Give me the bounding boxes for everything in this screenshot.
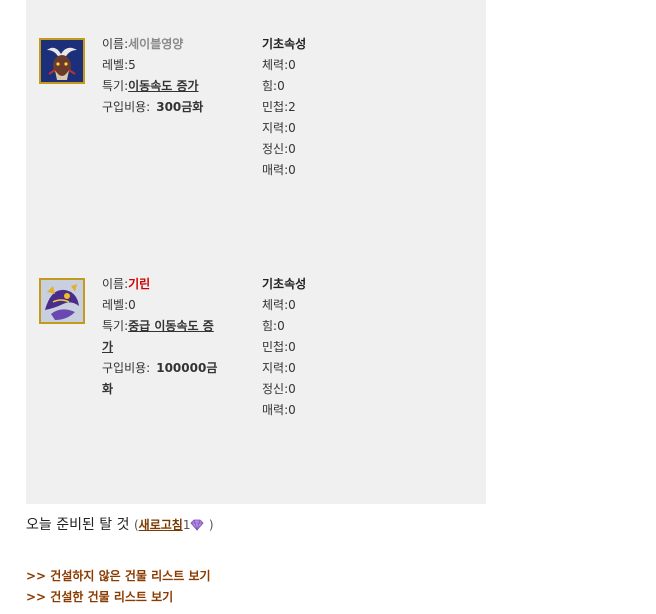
attr-agility: 민첩:0 (262, 340, 296, 354)
base-attributes: 기초속성 체력:0 힘:0 민첩:0 지력:0 정신:0 매력:0 (262, 274, 362, 421)
mount-portrait-sable-antelope (39, 38, 85, 84)
refresh-count: 1 (182, 518, 191, 532)
mount-skill-link-wrap[interactable]: 가 (102, 340, 113, 354)
level-label: 레벨: (102, 298, 129, 312)
mount-skill-link[interactable]: 이동속도 증가 (128, 79, 198, 93)
attr-intellect: 지력:0 (262, 121, 296, 135)
mount-info: 이름:세이블영양 레벨:5 특기:이동속도 증가 구입비용: 300금화 (102, 34, 240, 118)
mount-cost: 100000금 (156, 361, 218, 375)
mount-skill-link[interactable]: 중급 이동속도 증 (128, 319, 214, 333)
mount-cost-wrap: 화 (102, 382, 114, 396)
mount-level: 0 (128, 298, 136, 312)
refresh-link[interactable]: 새로고침 (139, 518, 183, 532)
attr-stamina: 체력:0 (262, 58, 296, 72)
attr-intellect: 지력:0 (262, 361, 296, 375)
antelope-icon (41, 40, 83, 82)
attr-agility: 민첩:2 (262, 100, 296, 114)
built-buildings-link[interactable]: >> 건설한 건물 리스트 보기 (26, 587, 211, 608)
mount-portrait-giraffe (39, 278, 85, 324)
todays-mounts-header: 오늘 준비된 탈 것 (새로고침1 ) (26, 514, 214, 534)
dragon-icon (41, 280, 83, 322)
attr-stamina: 체력:0 (262, 298, 296, 312)
attr-charm: 매력:0 (262, 403, 296, 417)
mount-info: 이름:기린 레벨:0 특기:중급 이동속도 증 가 구입비용: 100000금 화 (102, 274, 240, 400)
attributes-title: 기초속성 (262, 277, 307, 291)
mount-cost: 300금화 (156, 100, 204, 114)
mount-list-panel: 이름:세이블영양 레벨:5 특기:이동속도 증가 구입비용: 300금화 기초속성… (26, 0, 486, 504)
name-label: 이름: (102, 37, 129, 51)
attr-charm: 매력:0 (262, 163, 296, 177)
attributes-title: 기초속성 (262, 37, 307, 51)
attr-strength: 힘:0 (262, 79, 285, 93)
mount-level: 5 (128, 58, 136, 72)
base-attributes: 기초속성 체력:0 힘:0 민첩:2 지력:0 정신:0 매력:0 (262, 34, 362, 181)
mount-name: 기린 (128, 277, 151, 291)
diamond-gem-icon (190, 519, 205, 531)
attr-spirit: 정신:0 (262, 142, 296, 156)
cost-label: 구입비용: (102, 100, 151, 114)
skill-label: 특기: (102, 319, 129, 333)
attr-spirit: 정신:0 (262, 382, 296, 396)
mount-name: 세이블영양 (128, 37, 184, 51)
paren-close: ) (208, 518, 214, 532)
unbuilt-buildings-link[interactable]: >> 건설하지 않은 건물 리스트 보기 (26, 566, 211, 587)
skill-label: 특기: (102, 79, 129, 93)
todays-mounts-title: 오늘 준비된 탈 것 (26, 517, 130, 533)
name-label: 이름: (102, 277, 129, 291)
level-label: 레벨: (102, 58, 129, 72)
cost-label: 구입비용: (102, 361, 151, 375)
building-list-links: >> 건설하지 않은 건물 리스트 보기 >> 건설한 건물 리스트 보기 (26, 566, 211, 608)
attr-strength: 힘:0 (262, 319, 285, 333)
